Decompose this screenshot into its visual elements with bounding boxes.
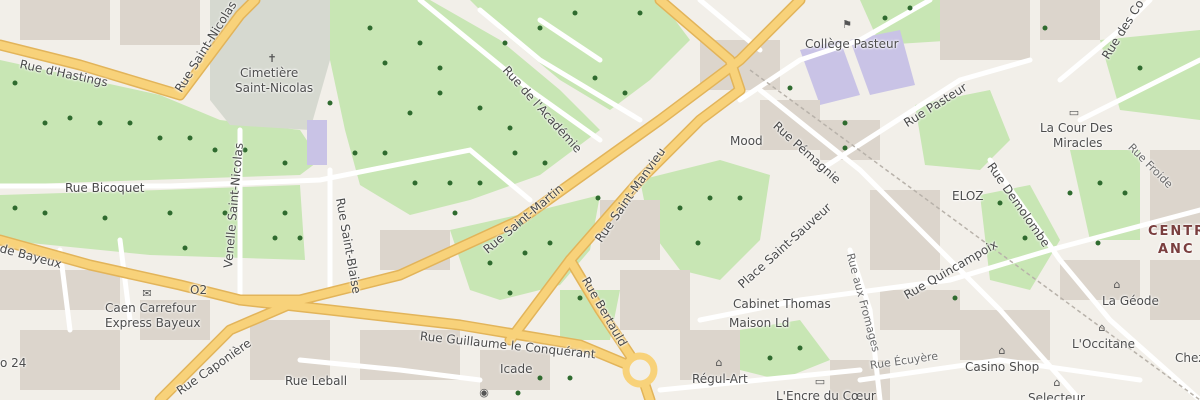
- poi-maison-ld[interactable]: Maison Ld: [729, 317, 789, 329]
- cemetery-icon: ✝: [267, 52, 277, 65]
- poi-eloz[interactable]: ELOZ: [952, 190, 984, 202]
- poi-cour-line1[interactable]: La Cour Des: [1040, 122, 1113, 134]
- poi-cabinet-thomas[interactable]: Cabinet Thomas: [733, 298, 831, 310]
- poi-casino-shop[interactable]: Casino Shop: [965, 361, 1039, 373]
- shop-icon-occitane: ⌂: [1098, 321, 1106, 334]
- shop-icon: ⌂: [1113, 278, 1121, 291]
- district-label-line1: CENTR: [1148, 224, 1200, 239]
- poi-mood[interactable]: Mood: [730, 135, 763, 147]
- poi-regul-art[interactable]: Régul-Art: [692, 373, 748, 385]
- poi-cour-line2[interactable]: Miracles: [1053, 137, 1103, 149]
- poi-carrefour-line1[interactable]: Caen Carrefour: [105, 302, 196, 314]
- poi-cimetiere-line2[interactable]: Saint-Nicolas: [235, 82, 313, 94]
- shop-icon-selecteur: ⌂: [1053, 376, 1061, 389]
- district-label-line2: ANC: [1158, 242, 1195, 257]
- school-icon: ⚑: [842, 18, 852, 31]
- mail-icon: ✉: [142, 287, 152, 300]
- street-label-bicoquet: Rue Bicoquet: [65, 181, 145, 195]
- poi-icade[interactable]: Icade: [500, 363, 533, 375]
- poi-encre-du-coeur[interactable]: L'Encre du Cœur: [776, 390, 876, 400]
- shop-icon-casino: ⌂: [998, 344, 1006, 357]
- poi-la-geode[interactable]: La Géode: [1102, 295, 1159, 307]
- poi-bus-24[interactable]: o 24: [0, 357, 26, 369]
- shop-icon-regul: ⌂: [715, 356, 723, 369]
- poi-o2[interactable]: O2: [190, 284, 207, 296]
- map-view[interactable]: Rue d'Hastings Rue Saint-Nicolas Rue de …: [0, 0, 1200, 400]
- poi-selecteur[interactable]: Selecteur: [1028, 392, 1085, 400]
- roundabout: [622, 352, 658, 388]
- poi-carrefour-line2[interactable]: Express Bayeux: [105, 317, 200, 329]
- book-icon: ▭: [1068, 106, 1080, 119]
- street-label-leballeur: Rue Leball: [285, 374, 348, 388]
- poi-occitane[interactable]: L'Occitane: [1072, 338, 1135, 350]
- poi-cimetiere-line1[interactable]: Cimetière: [240, 67, 298, 79]
- poi-chez[interactable]: Chez: [1175, 352, 1200, 364]
- camera-icon: ◉: [479, 386, 489, 399]
- poi-college-pasteur[interactable]: Collège Pasteur: [805, 38, 899, 50]
- book-icon-encre: ▭: [814, 375, 826, 388]
